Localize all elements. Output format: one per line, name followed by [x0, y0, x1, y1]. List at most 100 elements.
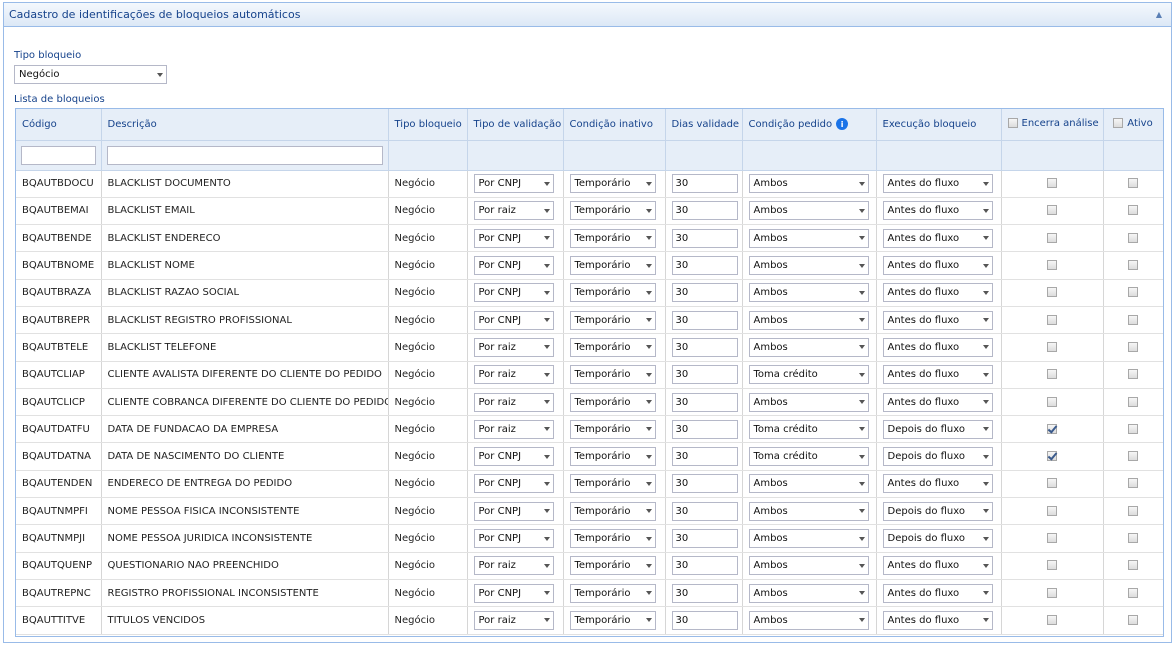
table-row[interactable]: BQAUTBEMAI BLACKLIST EMAIL Negócio Por r… — [16, 197, 1163, 226]
execucao-bloqueio-select[interactable]: Antes do fluxo — [882, 283, 993, 303]
encerra-analise-checkbox[interactable] — [1047, 341, 1057, 352]
chevron-down-icon[interactable] — [543, 208, 550, 213]
chevron-down-icon[interactable] — [858, 454, 865, 459]
table-row[interactable]: BQAUTBRAZA BLACKLIST RAZAO SOCIAL Negóci… — [16, 279, 1163, 307]
col-encerra-analise[interactable]: Encerra análise — [1001, 109, 1104, 141]
condicao-pedido-select[interactable]: Ambos — [748, 310, 869, 330]
tipo-validacao-select[interactable]: Por CNPJ — [473, 283, 554, 303]
chevron-down-icon[interactable] — [543, 618, 550, 623]
condicao-inativo-select[interactable]: Temporário — [569, 610, 656, 630]
chevron-down-icon[interactable] — [645, 345, 652, 350]
dias-validade-input[interactable]: 30 — [671, 474, 738, 494]
dias-validade-input[interactable]: 30 — [671, 228, 738, 248]
col-ativo[interactable]: Ativo — [1103, 109, 1163, 141]
encerra-analise-checkbox[interactable] — [1047, 587, 1057, 598]
execucao-bloqueio-select[interactable]: Antes do fluxo — [882, 256, 993, 276]
tipo-validacao-select[interactable]: Por raiz — [473, 201, 554, 221]
condicao-pedido-select[interactable]: Ambos — [748, 283, 869, 303]
chevron-down-icon[interactable] — [858, 618, 865, 623]
condicao-pedido-select[interactable]: Ambos — [748, 501, 869, 521]
chevron-down-icon[interactable] — [858, 263, 865, 268]
chevron-down-icon[interactable] — [543, 563, 550, 568]
execucao-bloqueio-select[interactable]: Antes do fluxo — [882, 583, 993, 603]
condicao-inativo-select[interactable]: Temporário — [569, 256, 656, 276]
condicao-pedido-select[interactable]: Ambos — [748, 556, 869, 576]
table-row[interactable]: BQAUTTITVE TITULOS VENCIDOS Negócio Por … — [16, 606, 1163, 635]
table-row[interactable]: BQAUTDATFU DATA DE FUNDACAO DA EMPRESA N… — [16, 415, 1163, 444]
condicao-inativo-select[interactable]: Temporário — [569, 201, 656, 221]
tipo-validacao-select[interactable]: Por raiz — [473, 419, 554, 439]
chevron-down-icon[interactable] — [645, 509, 652, 514]
chevron-down-icon[interactable] — [543, 181, 550, 186]
col-execucao-bloqueio[interactable]: Execução bloqueio — [876, 109, 1002, 141]
chevron-down-icon[interactable] — [645, 481, 652, 486]
tipo-validacao-select[interactable]: Por CNPJ — [473, 228, 554, 248]
condicao-inativo-select[interactable]: Temporário — [569, 583, 656, 603]
encerra-analise-checkbox[interactable] — [1047, 423, 1057, 434]
encerra-analise-checkbox[interactable] — [1047, 314, 1057, 325]
condicao-inativo-select[interactable]: Temporário — [569, 283, 656, 303]
tipo-validacao-select[interactable]: Por raiz — [473, 365, 554, 385]
tipo-validacao-select[interactable]: Por CNPJ — [473, 501, 554, 521]
encerra-analise-checkbox[interactable] — [1047, 614, 1057, 625]
tipo-bloqueio-select[interactable]: Negócio — [14, 65, 167, 84]
execucao-bloqueio-select[interactable]: Antes do fluxo — [882, 556, 993, 576]
chevron-down-icon[interactable] — [858, 481, 865, 486]
condicao-pedido-select[interactable]: Toma crédito — [748, 419, 869, 439]
col-condicao-inativo[interactable]: Condição inativo — [563, 109, 666, 141]
condicao-pedido-select[interactable]: Ambos — [748, 392, 869, 412]
chevron-down-icon[interactable] — [858, 345, 865, 350]
execucao-bloqueio-select[interactable]: Depois do fluxo — [882, 419, 993, 439]
condicao-inativo-select[interactable]: Temporário — [569, 337, 656, 357]
chevron-down-icon[interactable] — [858, 208, 865, 213]
chevron-down-icon[interactable] — [982, 563, 989, 568]
table-row[interactable]: BQAUTQUENP QUESTIONARIO NAO PREENCHIDO N… — [16, 552, 1163, 580]
ativo-checkbox[interactable] — [1128, 587, 1138, 598]
execucao-bloqueio-select[interactable]: Antes do fluxo — [882, 228, 993, 248]
table-row[interactable]: BQAUTCLICP CLIENTE COBRANCA DIFERENTE DO… — [16, 388, 1163, 417]
dias-validade-input[interactable]: 30 — [671, 419, 738, 439]
condicao-inativo-select[interactable]: Temporário — [569, 365, 656, 385]
ativo-checkbox[interactable] — [1128, 369, 1138, 380]
ativo-checkbox[interactable] — [1128, 232, 1138, 243]
execucao-bloqueio-select[interactable]: Antes do fluxo — [882, 201, 993, 221]
dias-validade-input[interactable]: 30 — [671, 174, 738, 194]
chevron-down-icon[interactable] — [982, 263, 989, 268]
condicao-inativo-select[interactable]: Temporário — [569, 529, 656, 548]
chevron-down-icon[interactable] — [645, 372, 652, 377]
condicao-inativo-select[interactable]: Temporário — [569, 174, 656, 194]
col-tipo-validacao[interactable]: Tipo de validação — [467, 109, 564, 141]
dias-validade-input[interactable]: 30 — [671, 310, 738, 330]
chevron-down-icon[interactable] — [982, 372, 989, 377]
chevron-down-icon[interactable] — [543, 591, 550, 596]
tipo-validacao-select[interactable]: Por CNPJ — [473, 174, 554, 194]
ativo-checkbox[interactable] — [1128, 341, 1138, 352]
condicao-pedido-select[interactable]: Toma crédito — [748, 365, 869, 385]
execucao-bloqueio-select[interactable]: Antes do fluxo — [882, 474, 993, 494]
chevron-down-icon[interactable] — [645, 427, 652, 432]
table-row[interactable]: BQAUTNMPJI NOME PESSOA JURIDICA INCONSIS… — [16, 524, 1163, 553]
tipo-validacao-select[interactable]: Por raiz — [473, 556, 554, 576]
chevron-down-icon[interactable] — [858, 563, 865, 568]
condicao-pedido-select[interactable]: Ambos — [748, 583, 869, 603]
condicao-inativo-select[interactable]: Temporário — [569, 501, 656, 521]
chevron-down-icon[interactable] — [543, 509, 550, 514]
chevron-down-icon[interactable] — [543, 263, 550, 268]
table-row[interactable]: BQAUTBNOME BLACKLIST NOME Negócio Por CN… — [16, 251, 1163, 280]
encerra-analise-checkbox[interactable] — [1047, 451, 1057, 462]
col-tipo-bloqueio[interactable]: Tipo bloqueio — [388, 109, 468, 141]
tipo-validacao-select[interactable]: Por raiz — [473, 337, 554, 357]
chevron-down-icon[interactable] — [543, 536, 550, 541]
chevron-down-icon[interactable] — [982, 345, 989, 350]
dias-validade-input[interactable]: 30 — [671, 556, 738, 576]
condicao-inativo-select[interactable]: Temporário — [569, 556, 656, 576]
tipo-validacao-select[interactable]: Por raiz — [473, 610, 554, 630]
chevron-down-icon[interactable] — [858, 591, 865, 596]
condicao-inativo-select[interactable]: Temporário — [569, 228, 656, 248]
encerra-analise-checkbox[interactable] — [1047, 369, 1057, 380]
table-row[interactable]: BQAUTBENDE BLACKLIST ENDERECO Negócio Po… — [16, 224, 1163, 253]
chevron-down-icon[interactable] — [543, 345, 550, 350]
chevron-down-icon[interactable] — [543, 290, 550, 295]
codigo-filter-input[interactable] — [21, 145, 96, 165]
dias-validade-input[interactable]: 30 — [671, 501, 738, 521]
